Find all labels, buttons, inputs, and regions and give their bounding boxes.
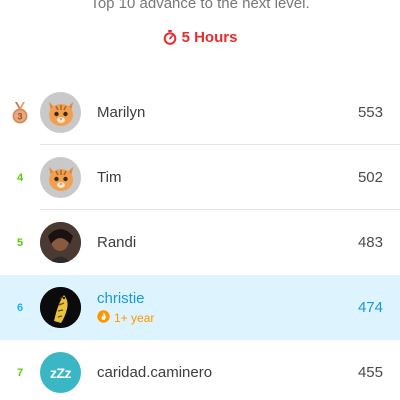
leaderboard-list: 3 Marilyn 553 4 Tim 502 5 Randi 483 6 ch…: [0, 80, 400, 400]
rank-number: 4: [16, 171, 24, 184]
leaderboard-subtitle: Top 10 advance to the next level.: [90, 0, 310, 12]
streak-flame-icon: [97, 309, 110, 326]
user-name: Marilyn: [97, 104, 146, 121]
leaderboard-row[interactable]: 3 Marilyn 553: [0, 80, 400, 145]
leaderboard-row[interactable]: 7 zZz caridad.caminero 455: [0, 340, 400, 400]
photo-avatar[interactable]: [40, 287, 81, 328]
rank-number: 6: [16, 301, 24, 314]
user-name: Randi: [97, 234, 137, 251]
streak-label: 1+ year: [114, 310, 155, 325]
user-name: christie: [97, 289, 145, 307]
xp-score: 474: [357, 299, 383, 316]
xp-score: 455: [357, 364, 383, 381]
user-name: Tim: [97, 169, 122, 186]
cat-avatar[interactable]: [40, 157, 81, 198]
stopwatch-icon: [163, 30, 177, 45]
streak-badge: 1+ year: [97, 309, 340, 326]
rank-number: 5: [16, 236, 24, 249]
rank-number: 7: [16, 366, 24, 379]
user-name: caridad.caminero: [97, 364, 213, 381]
avatar-text: zZz: [49, 364, 72, 381]
xp-score: 502: [357, 169, 383, 186]
svg-text:3: 3: [17, 111, 22, 121]
leaderboard-row[interactable]: 4 Tim 502: [0, 145, 400, 210]
photo-avatar[interactable]: [40, 222, 81, 263]
leaderboard-row[interactable]: 5 Randi 483: [0, 210, 400, 275]
xp-score: 483: [357, 234, 383, 251]
bronze-medal-icon: 3: [11, 101, 29, 124]
leaderboard-row-current-user[interactable]: 6 christie 1+ year 474: [0, 275, 400, 340]
xp-score: 553: [357, 104, 383, 121]
zzz-avatar[interactable]: zZz: [40, 352, 81, 393]
rank-badge: 3: [0, 101, 40, 124]
timer-label: 5 Hours: [181, 29, 238, 46]
time-remaining: 5 Hours: [0, 29, 400, 46]
cat-avatar[interactable]: [40, 92, 81, 133]
